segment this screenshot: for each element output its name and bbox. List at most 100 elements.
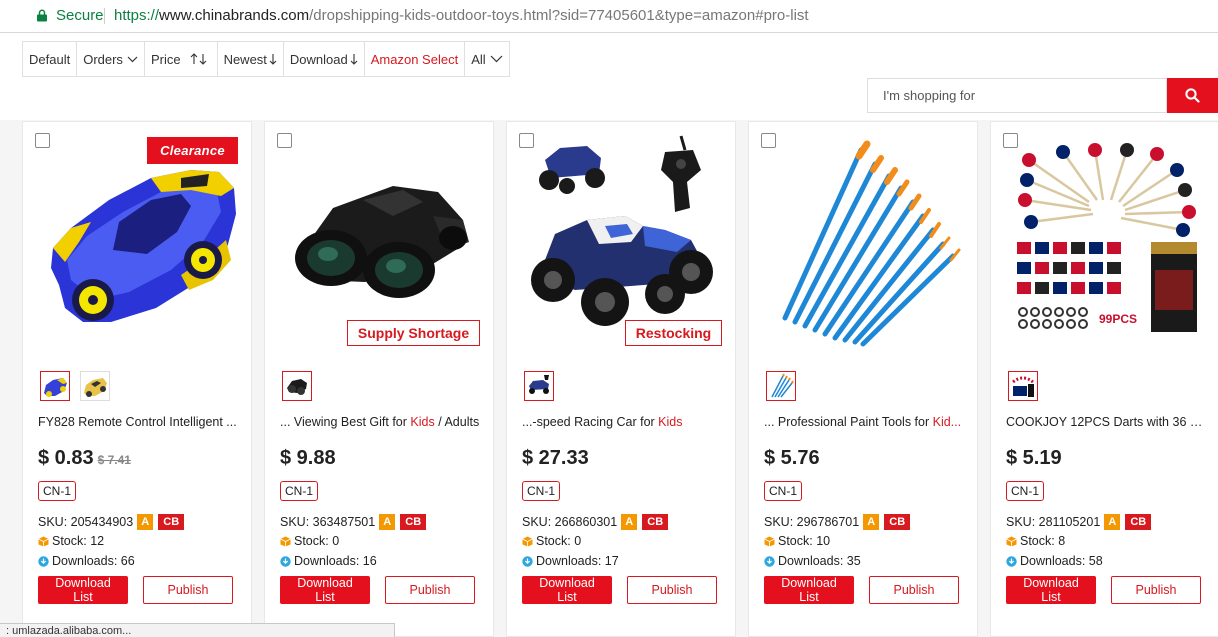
- small-truck: [539, 146, 605, 194]
- thumbnail[interactable]: [40, 371, 70, 401]
- warehouse-tag: CN-1: [1006, 481, 1044, 501]
- paint-brushes-thumbnail: [771, 373, 794, 398]
- clearance-badge: Clearance: [147, 137, 238, 164]
- downloads-text: Downloads: 58: [1020, 554, 1103, 568]
- product-image[interactable]: 99PCS: [999, 130, 1211, 354]
- sort-download[interactable]: Download: [284, 42, 365, 76]
- downloads-text: Downloads: 66: [52, 554, 135, 568]
- search-button[interactable]: [1167, 78, 1218, 113]
- downloads-row: Downloads: 66: [38, 554, 135, 568]
- product-price: $ 5.76: [764, 447, 820, 470]
- thumbnail[interactable]: [1008, 371, 1038, 401]
- sort-toolbar: Default Orders Price Newest Download Ama…: [22, 41, 510, 77]
- sku-text: SKU: 296786701: [764, 515, 860, 529]
- warehouse-tag: CN-1: [38, 481, 76, 501]
- product-card[interactable]: 99PCS COOKJOY 12PCS Darts with 36 Na... …: [990, 121, 1218, 637]
- filter-all[interactable]: All: [465, 42, 508, 76]
- product-card[interactable]: ... Professional Paint Tools for Kid... …: [748, 121, 978, 637]
- select-checkbox[interactable]: [277, 133, 292, 148]
- status-bar: : umlazada.alibaba.com...: [0, 623, 395, 637]
- product-title[interactable]: ... Viewing Best Gift for Kids / Adults: [280, 415, 480, 429]
- sku-text: SKU: 363487501: [280, 515, 376, 529]
- product-title[interactable]: ... Professional Paint Tools for Kid...: [764, 415, 964, 429]
- darts-thumbnail: [1012, 376, 1034, 397]
- original-price: $ 7.41: [97, 453, 131, 467]
- publish-button[interactable]: Publish: [143, 576, 233, 604]
- amazon-badge: A: [137, 514, 154, 530]
- download-list-button[interactable]: Download List: [764, 576, 854, 604]
- binoculars-thumbnail: [287, 379, 307, 395]
- publish-button[interactable]: Publish: [627, 576, 717, 604]
- publish-button[interactable]: Publish: [385, 576, 475, 604]
- current-price: $ 5.19: [1006, 447, 1062, 469]
- downloads-row: Downloads: 16: [280, 554, 377, 568]
- search-box: [867, 78, 1167, 113]
- current-price: $ 0.83: [38, 447, 94, 469]
- cb-badge: CB: [1125, 514, 1152, 530]
- publish-button[interactable]: Publish: [1111, 576, 1201, 604]
- sort-price-label: Price: [150, 51, 181, 67]
- rc-truck-thumbnail: [529, 375, 549, 394]
- title-keyword: Kids: [658, 415, 683, 429]
- stock-row: Stock: 8: [1006, 534, 1065, 548]
- sort-orders[interactable]: Orders: [77, 42, 145, 76]
- sku-row: SKU: 281105201 A CB: [1006, 514, 1152, 530]
- sort-newest[interactable]: Newest: [218, 42, 284, 76]
- current-price: $ 9.88: [280, 447, 336, 469]
- stock-text: Stock: 0: [536, 534, 582, 548]
- download-icon: [1006, 555, 1017, 567]
- product-price: $ 9.88: [280, 447, 336, 470]
- cb-badge: CB: [884, 514, 911, 530]
- sort-orders-label: Orders: [83, 51, 123, 67]
- rc-car-thumbnail: [44, 378, 67, 397]
- product-title[interactable]: FY828 Remote Control Intelligent ...: [38, 415, 238, 429]
- download-list-button[interactable]: Download List: [280, 576, 370, 604]
- filter-all-label: All: [471, 51, 486, 67]
- sku-row: SKU: 205434903 A CB: [38, 514, 185, 530]
- thumbnail[interactable]: [80, 371, 110, 401]
- thumbnail[interactable]: [766, 371, 796, 401]
- filter-amazon-select[interactable]: Amazon Select: [365, 42, 466, 76]
- darts-set-image: 99PCS: [1017, 143, 1197, 332]
- amazon-badge: A: [621, 514, 638, 530]
- download-icon: [38, 555, 49, 567]
- restocking-badge: Restocking: [625, 320, 722, 346]
- search-input[interactable]: [883, 88, 1153, 103]
- current-price: $ 27.33: [522, 447, 589, 469]
- product-image[interactable]: [757, 130, 969, 354]
- downloads-text: Downloads: 16: [294, 554, 377, 568]
- url-text[interactable]: https://www.chinabrands.com/dropshipping…: [114, 7, 809, 24]
- download-list-button[interactable]: Download List: [1006, 576, 1096, 604]
- warehouse-tag: CN-1: [764, 481, 802, 501]
- product-title[interactable]: ...-speed Racing Car for Kids: [522, 415, 722, 429]
- browser-url-bar[interactable]: Secure https://www.chinabrands.com/drops…: [0, 0, 1218, 33]
- sku-text: SKU: 205434903: [38, 515, 134, 529]
- downloads-text: Downloads: 17: [536, 554, 619, 568]
- product-card[interactable]: Clearance FY828 Remote Control Intellige…: [22, 121, 252, 637]
- stock-text: Stock: 12: [52, 534, 105, 548]
- cb-badge: CB: [400, 514, 427, 530]
- title-text-end: / Adults: [434, 415, 480, 429]
- download-list-button[interactable]: Download List: [522, 576, 612, 604]
- thumbnail[interactable]: [282, 371, 312, 401]
- product-card[interactable]: Supply Shortage ... Viewing Best Gift fo…: [264, 121, 494, 637]
- url-domain: www.chinabrands.com: [159, 7, 310, 24]
- lock-icon: [37, 9, 47, 22]
- select-checkbox[interactable]: [519, 133, 534, 148]
- select-checkbox[interactable]: [761, 133, 776, 148]
- download-list-button[interactable]: Download List: [38, 576, 128, 604]
- product-card[interactable]: Restocking ...-speed Racing Car for Kids…: [506, 121, 736, 637]
- thumbnail[interactable]: [524, 371, 554, 401]
- select-checkbox[interactable]: [35, 133, 50, 148]
- product-title[interactable]: COOKJOY 12PCS Darts with 36 Na...: [1006, 415, 1206, 429]
- product-price: $ 5.19: [1006, 447, 1062, 470]
- select-checkbox[interactable]: [1003, 133, 1018, 148]
- sku-row: SKU: 296786701 A CB: [764, 514, 911, 530]
- sort-price[interactable]: Price: [145, 42, 218, 76]
- title-text: ... Viewing Best Gift for: [280, 415, 411, 429]
- publish-button[interactable]: Publish: [869, 576, 959, 604]
- url-path: /dropshipping-kids-outdoor-toys.html?sid…: [309, 7, 809, 24]
- box-icon: [280, 536, 291, 546]
- box-icon: [522, 536, 533, 546]
- sort-default[interactable]: Default: [23, 42, 78, 76]
